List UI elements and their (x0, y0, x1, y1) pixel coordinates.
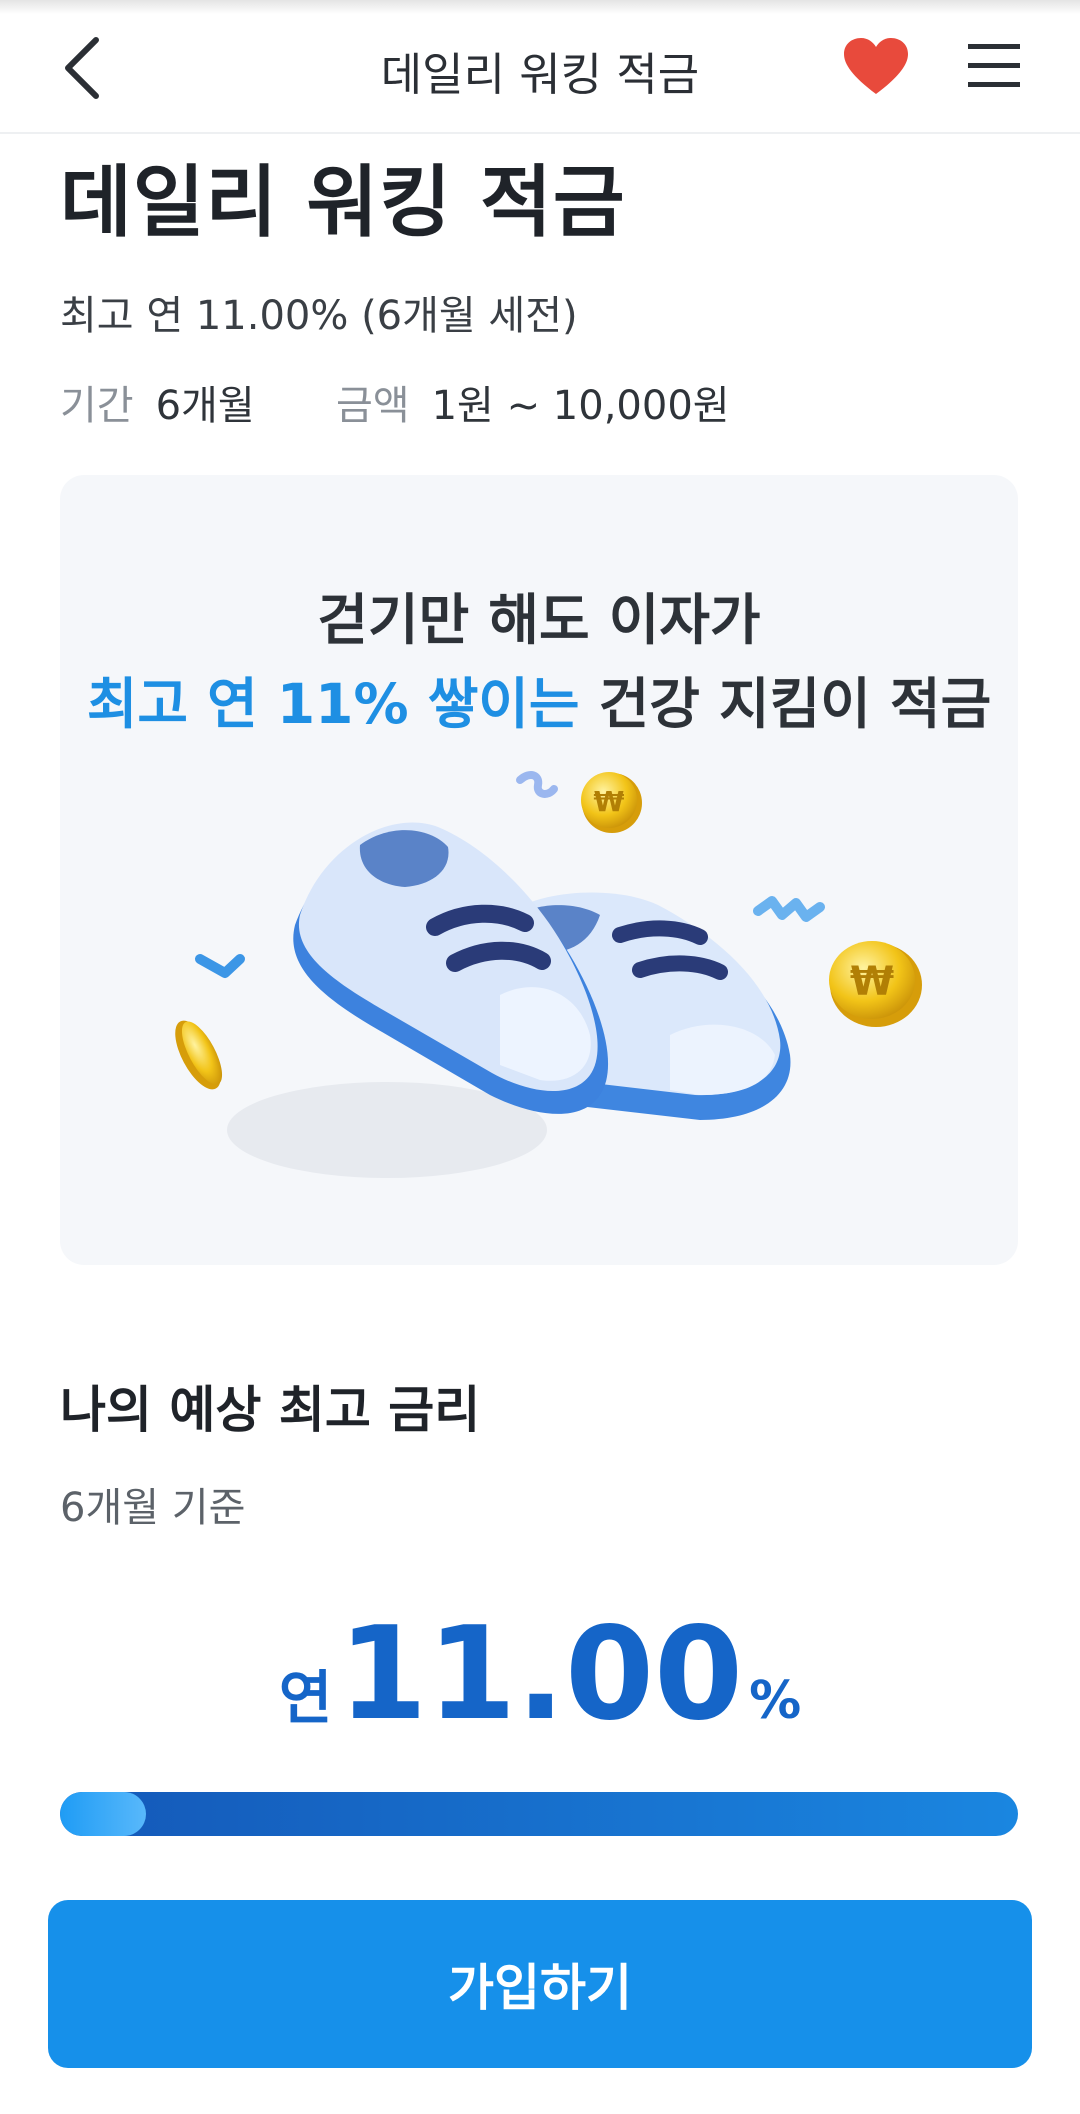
estimate-basis: 6개월 기준 (60, 1485, 246, 1531)
product-title: 데일리 워킹 적금 (60, 158, 626, 248)
coin-icon: ₩ (581, 772, 642, 833)
coin-icon: ₩ (829, 941, 922, 1027)
period-label: 기간 (60, 383, 134, 429)
header-title: 데일리 워킹 적금 (380, 48, 700, 101)
confetti-ribbon (753, 896, 825, 922)
app-header: 데일리 워킹 적금 (0, 0, 1080, 134)
rate-progress-fill (60, 1792, 147, 1836)
rate-value: 11.00 (338, 1600, 744, 1749)
period-info: 기간 6개월 (60, 373, 255, 431)
rate-prefix: 연 (278, 1664, 333, 1732)
join-button[interactable]: 가입하기 (48, 1900, 1032, 2068)
sneakers-with-coins-illustration: ₩ ₩ (175, 771, 922, 1178)
coin-icon (175, 1020, 223, 1090)
amount-info: 금액 1원 ~ 10,000원 (336, 373, 730, 431)
rate-suffix: % (749, 1671, 802, 1731)
estimated-rate: 연11.00% (0, 1600, 1080, 1749)
product-rate-summary: 최고 연 11.00% (6개월 세전) (60, 293, 578, 339)
left-sneaker (293, 822, 609, 1114)
confetti-ribbon (195, 954, 245, 978)
svg-text:₩: ₩ (850, 959, 894, 1005)
svg-text:₩: ₩ (594, 785, 625, 818)
estimate-title: 나의 예상 최고 금리 (60, 1381, 481, 1439)
menu-button[interactable] (964, 40, 1024, 92)
heart-icon (844, 38, 908, 94)
amount-value: 1원 ~ 10,000원 (431, 383, 730, 429)
confetti-ribbon (516, 771, 558, 798)
promo-banner: 걷기만 해도 이자가 최고 연 11% 쌓이는 건강 지킴이 적금 ₩ ₩ (60, 475, 1018, 1265)
period-value: 6개월 (155, 383, 255, 429)
rate-progress-bar (60, 1792, 1018, 1836)
hamburger-menu-icon (968, 44, 1020, 87)
amount-label: 금액 (336, 383, 410, 429)
favorite-button[interactable] (842, 36, 910, 98)
